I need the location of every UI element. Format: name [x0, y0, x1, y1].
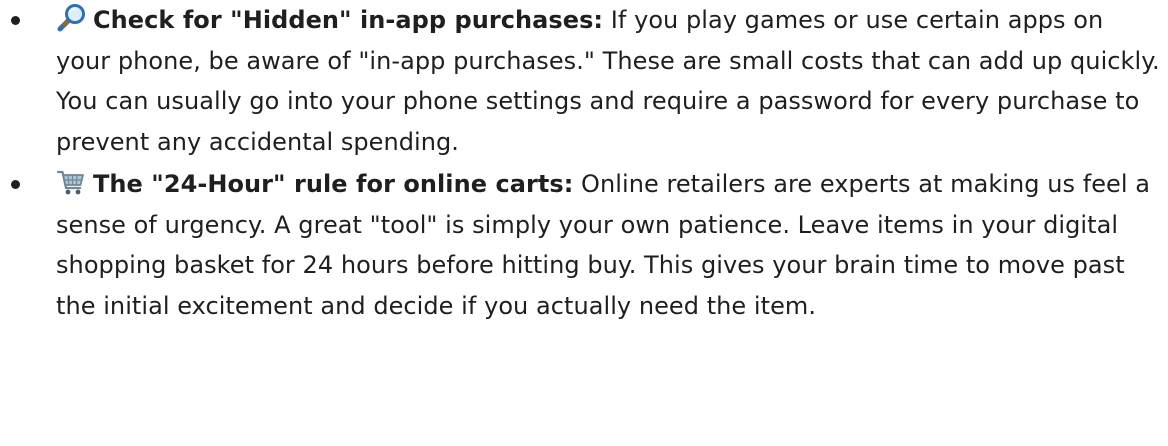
shopping-cart-icon: [56, 167, 86, 197]
list-item-24-hour-rule: The "24-Hour" rule for online carts: Onl…: [0, 164, 1168, 326]
bullet-point: [11, 180, 20, 189]
list-item-in-app-purchases: Check for "Hidden" in-app purchases: If …: [0, 0, 1168, 162]
tips-list: Check for "Hidden" in-app purchases: If …: [0, 0, 1168, 326]
tip-heading: The "24-Hour" rule for online carts:: [93, 170, 574, 198]
bullet-point: [11, 16, 20, 25]
tip-heading: Check for "Hidden" in-app purchases:: [93, 6, 604, 34]
magnifier-icon: [56, 3, 86, 33]
